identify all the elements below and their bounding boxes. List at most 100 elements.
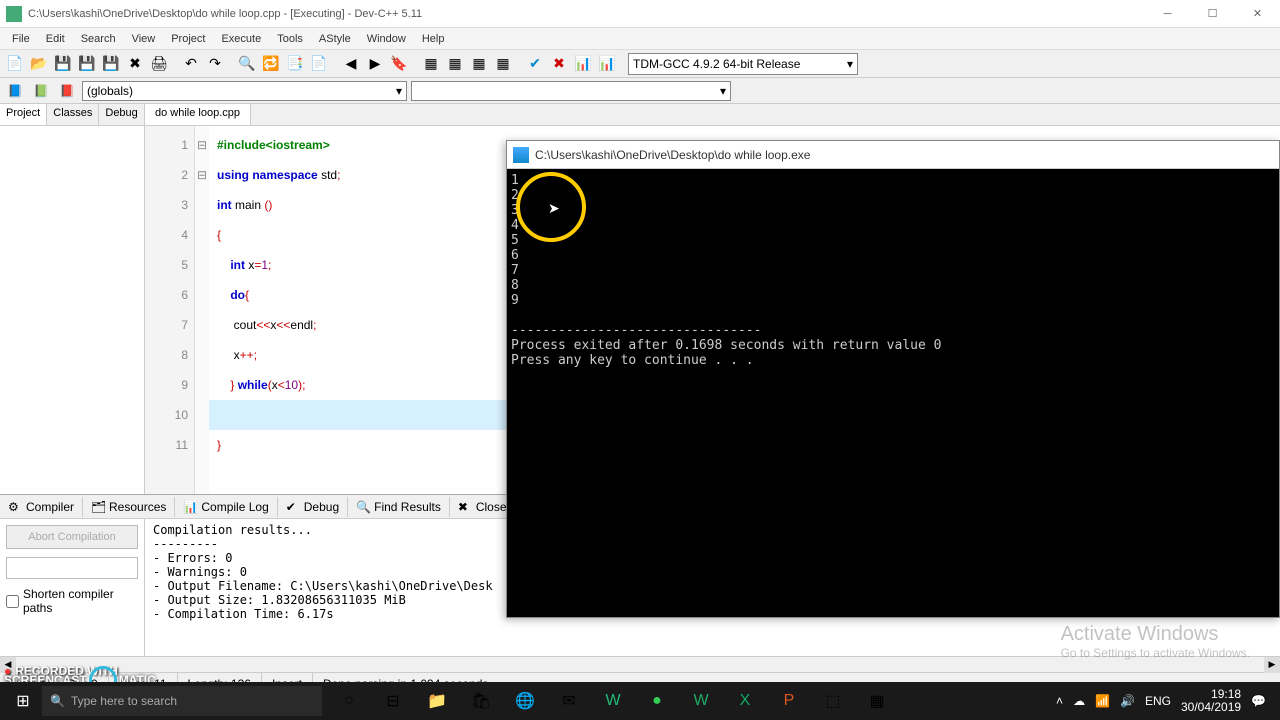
chevron-down-icon: ▾: [847, 57, 853, 71]
close-file-icon[interactable]: ✖: [124, 53, 146, 75]
find-results-icon: 🔍: [356, 500, 370, 514]
shorten-paths-label: Shorten compiler paths: [23, 587, 138, 615]
scope-select-value: (globals): [87, 84, 133, 98]
add-file-icon[interactable]: 📗: [30, 80, 52, 102]
save-as-icon[interactable]: 💾: [100, 53, 122, 75]
chrome-icon[interactable]: 🌐: [504, 682, 546, 720]
remove-file-icon[interactable]: 📕: [56, 80, 78, 102]
goto-icon[interactable]: 📄: [308, 53, 330, 75]
print-icon[interactable]: 🖨: [148, 53, 170, 75]
minimize-button[interactable]: ─: [1145, 0, 1190, 28]
bottom-tab-find-results[interactable]: 🔍Find Results: [348, 497, 450, 517]
menu-window[interactable]: Window: [359, 31, 414, 47]
find-icon[interactable]: 🔍: [236, 53, 258, 75]
close-icon: ✖: [458, 500, 472, 514]
tray-chevron-icon[interactable]: ˄: [1056, 694, 1063, 708]
menu-edit[interactable]: Edit: [38, 31, 73, 47]
left-tab-debug[interactable]: Debug: [99, 104, 144, 125]
bottom-tab-compile-log[interactable]: 📊Compile Log: [175, 497, 277, 517]
redo-icon[interactable]: ↷: [204, 53, 226, 75]
undo-icon[interactable]: ↶: [180, 53, 202, 75]
menu-execute[interactable]: Execute: [213, 31, 269, 47]
close-button[interactable]: ✕: [1235, 0, 1280, 28]
recorder-icon[interactable]: ⬚: [812, 682, 854, 720]
open-icon[interactable]: 📂: [28, 53, 50, 75]
console-window[interactable]: C:\Users\kashi\OneDrive\Desktop\do while…: [506, 140, 1280, 618]
back-icon[interactable]: ◀: [340, 53, 362, 75]
chevron-down-icon: ▾: [720, 84, 726, 98]
system-tray[interactable]: ˄ ☁ 📶 🔊 ENG 19:18 30/04/2019 💬: [1056, 688, 1276, 714]
bottom-tab-compiler[interactable]: ⚙Compiler: [0, 497, 83, 517]
explorer-icon[interactable]: 📁: [416, 682, 458, 720]
delete-profile-icon[interactable]: 📊: [596, 53, 618, 75]
store-icon[interactable]: 🛍: [460, 682, 502, 720]
member-select[interactable]: ▾: [411, 81, 731, 101]
save-icon[interactable]: 💾: [52, 53, 74, 75]
compiler-path-input[interactable]: [6, 557, 138, 579]
bottom-tab-debug[interactable]: ✔Debug: [278, 497, 348, 517]
left-tabs: ProjectClassesDebug: [0, 104, 144, 126]
powerpoint-icon[interactable]: P: [768, 682, 810, 720]
replace-icon[interactable]: 🔁: [260, 53, 282, 75]
scroll-right-icon[interactable]: ▶: [1264, 657, 1280, 673]
notifications-icon[interactable]: 💬: [1251, 694, 1266, 708]
volume-icon[interactable]: 🔊: [1120, 694, 1135, 708]
language-icon[interactable]: ENG: [1145, 694, 1171, 708]
rebuild-icon[interactable]: ▦: [492, 53, 514, 75]
taskbar-search[interactable]: 🔍 Type here to search: [42, 686, 322, 716]
left-panel: ProjectClassesDebug: [0, 104, 145, 494]
maximize-button[interactable]: ☐: [1190, 0, 1235, 28]
activate-windows-watermark: Activate Windows Go to Settings to activ…: [1061, 623, 1250, 660]
devcpp-icon[interactable]: ▦: [856, 682, 898, 720]
secondary-toolbar: 📘 📗 📕 (globals) ▾ ▾: [0, 78, 1280, 104]
left-tab-project[interactable]: Project: [0, 104, 47, 125]
forward-icon[interactable]: ▶: [364, 53, 386, 75]
excel-icon[interactable]: X: [724, 682, 766, 720]
menu-astyle[interactable]: AStyle: [311, 31, 359, 47]
stop-icon[interactable]: ✖: [548, 53, 570, 75]
console-titlebar[interactable]: C:\Users\kashi\OneDrive\Desktop\do while…: [507, 141, 1279, 169]
bottom-tab-resources[interactable]: 🗂Resources: [83, 497, 175, 517]
editor-tab[interactable]: do while loop.cpp: [145, 104, 251, 125]
clock[interactable]: 19:18 30/04/2019: [1181, 688, 1241, 714]
menu-help[interactable]: Help: [414, 31, 453, 47]
menu-view[interactable]: View: [124, 31, 164, 47]
profile-icon[interactable]: 📊: [572, 53, 594, 75]
scope-select[interactable]: (globals) ▾: [82, 81, 407, 101]
network-icon[interactable]: 📶: [1095, 694, 1110, 708]
mail-icon[interactable]: ✉: [548, 682, 590, 720]
app-icon: [6, 6, 22, 22]
menu-file[interactable]: File: [4, 31, 38, 47]
bookmark-icon[interactable]: 🔖: [388, 53, 410, 75]
start-button[interactable]: ⊞: [4, 682, 42, 720]
word-icon[interactable]: W: [592, 682, 634, 720]
taskview-icon[interactable]: ⊟: [372, 682, 414, 720]
new-project-icon[interactable]: 📘: [4, 80, 26, 102]
word2-icon[interactable]: W: [680, 682, 722, 720]
abort-compilation-button[interactable]: Abort Compilation: [6, 525, 138, 549]
compile-run-icon[interactable]: ▦: [468, 53, 490, 75]
menu-tools[interactable]: Tools: [269, 31, 311, 47]
resources-icon: 🗂: [91, 500, 105, 514]
run-icon[interactable]: ▦: [444, 53, 466, 75]
compiler-select[interactable]: TDM-GCC 4.9.2 64-bit Release ▾: [628, 53, 858, 75]
debug-check-icon[interactable]: ✔: [524, 53, 546, 75]
cortana-icon[interactable]: ○: [328, 682, 370, 720]
whatsapp-icon[interactable]: ●: [636, 682, 678, 720]
compile-icon[interactable]: ▦: [420, 53, 442, 75]
new-file-icon[interactable]: 📄: [4, 53, 26, 75]
shorten-paths-checkbox[interactable]: Shorten compiler paths: [6, 587, 138, 615]
compile-log-icon: 📊: [183, 500, 197, 514]
console-title-text: C:\Users\kashi\OneDrive\Desktop\do while…: [535, 148, 810, 162]
save-all-icon[interactable]: 💾: [76, 53, 98, 75]
taskbar[interactable]: ⊞ 🔍 Type here to search ○ ⊟ 📁 🛍 🌐 ✉ W ● …: [0, 682, 1280, 720]
left-tab-classes[interactable]: Classes: [47, 104, 99, 125]
menu-search[interactable]: Search: [73, 31, 124, 47]
menubar: FileEditSearchViewProjectExecuteToolsASt…: [0, 28, 1280, 50]
main-toolbar: 📄 📂 💾 💾 💾 ✖ 🖨 ↶ ↷ 🔍 🔁 📑 📄 ◀ ▶ 🔖 ▦ ▦ ▦ ▦ …: [0, 50, 1280, 78]
editor-tabs: do while loop.cpp: [145, 104, 1280, 126]
menu-project[interactable]: Project: [163, 31, 213, 47]
find-in-files-icon[interactable]: 📑: [284, 53, 306, 75]
debug-icon: ✔: [286, 500, 300, 514]
onedrive-icon[interactable]: ☁: [1073, 694, 1085, 708]
